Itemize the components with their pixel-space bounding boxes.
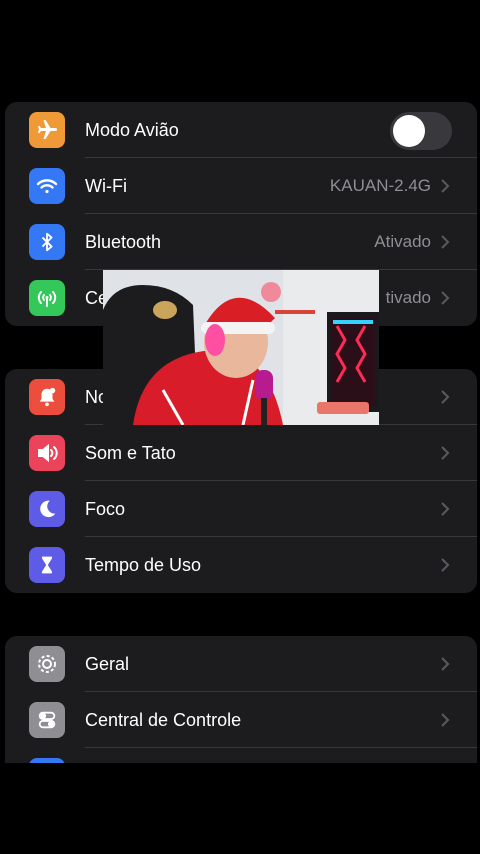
gear-icon bbox=[29, 646, 65, 682]
row-wifi[interactable]: Wi-Fi KAUAN-2.4G bbox=[5, 158, 477, 214]
row-label: Modo Avião bbox=[85, 119, 179, 140]
bottom-black-area bbox=[0, 763, 480, 854]
row-label: Bluetooth bbox=[85, 231, 162, 252]
bell-icon bbox=[29, 379, 65, 415]
chevron-right-icon bbox=[441, 446, 450, 460]
picture-in-picture-video[interactable] bbox=[103, 270, 379, 425]
row-label: Wi-Fi bbox=[85, 175, 127, 196]
row-label: Foco bbox=[85, 498, 126, 519]
row-label: Tempo de Uso bbox=[85, 554, 202, 575]
row-label: Central de Controle bbox=[85, 709, 242, 730]
chevron-right-icon bbox=[441, 390, 450, 404]
chevron-right-icon bbox=[441, 235, 450, 249]
row-focus[interactable]: Foco bbox=[5, 481, 477, 537]
speaker-icon bbox=[29, 435, 65, 471]
cellular-icon bbox=[29, 280, 65, 316]
chevron-right-icon bbox=[441, 657, 450, 671]
chevron-right-icon bbox=[441, 291, 450, 305]
airplane-mode-toggle[interactable] bbox=[390, 112, 452, 150]
bluetooth-icon bbox=[29, 224, 65, 260]
row-label: Som e Tato bbox=[85, 442, 176, 463]
row-bluetooth[interactable]: Bluetooth Ativado bbox=[5, 214, 477, 270]
chevron-right-icon bbox=[441, 502, 450, 516]
moon-icon bbox=[29, 491, 65, 527]
row-general[interactable]: Geral bbox=[5, 636, 477, 692]
chevron-right-icon bbox=[441, 713, 450, 727]
toggle-knob bbox=[393, 115, 425, 147]
row-sound-haptics[interactable]: Som e Tato bbox=[5, 425, 477, 481]
wifi-network-value: KAUAN-2.4G bbox=[329, 176, 431, 195]
streamer-video-frame bbox=[103, 270, 379, 425]
chevron-right-icon bbox=[441, 179, 450, 193]
bluetooth-status-value: Ativado bbox=[374, 232, 431, 251]
row-label: Geral bbox=[85, 653, 130, 674]
row-airplane-mode[interactable]: Modo Avião bbox=[5, 102, 477, 158]
toggles-icon bbox=[29, 702, 65, 738]
row-control-center[interactable]: Central de Controle bbox=[5, 692, 477, 748]
hourglass-icon bbox=[29, 547, 65, 583]
row-screen-time[interactable]: Tempo de Uso bbox=[5, 537, 477, 593]
chevron-right-icon bbox=[441, 558, 450, 572]
airplane-icon bbox=[29, 112, 65, 148]
cellular-status-value: tivado bbox=[385, 288, 431, 307]
wifi-icon bbox=[29, 168, 65, 204]
